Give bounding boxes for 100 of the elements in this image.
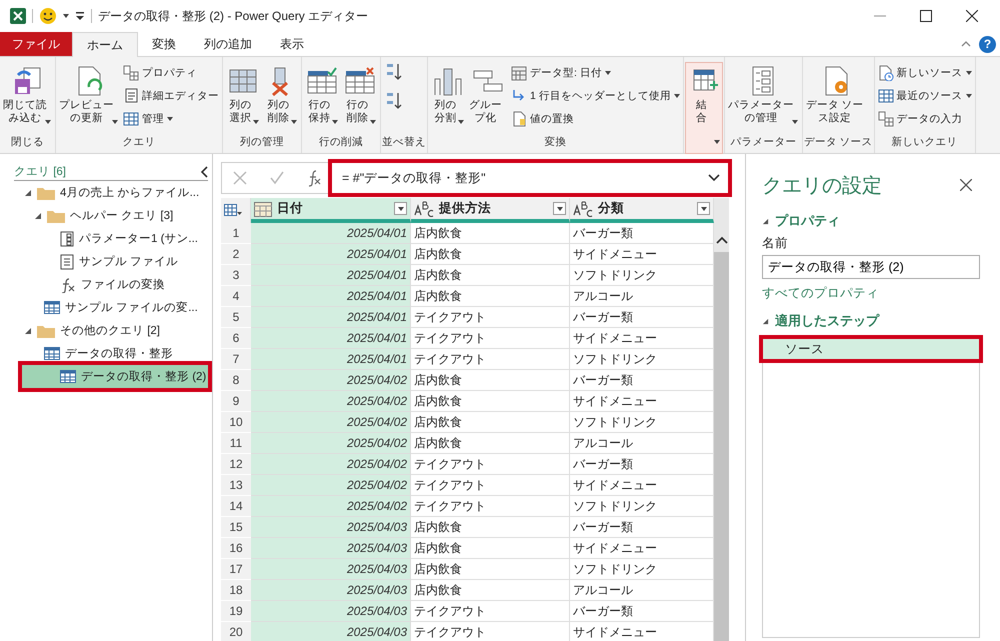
row-number: 6 — [221, 328, 251, 349]
table-cell: 店内飲食 — [411, 517, 570, 538]
row-number: 4 — [221, 286, 251, 307]
collapse-ribbon-icon[interactable] — [961, 40, 971, 48]
ribbon-button[interactable]: データの入力 — [876, 108, 974, 129]
query-item[interactable]: データの取得・整形 (2) — [22, 365, 208, 388]
group-label: 閉じる — [10, 135, 45, 150]
table-icon — [123, 110, 139, 126]
table-cell: 2025/04/02 — [251, 454, 411, 475]
query-item[interactable]: サンプル ファイルの変... — [6, 296, 208, 319]
ribbon-tab[interactable]: ホーム — [72, 32, 138, 57]
row-number: 1 — [221, 223, 251, 244]
all-properties-link[interactable]: すべてのプロパティ — [762, 285, 1000, 302]
sort-icon — [386, 62, 402, 82]
ribbon-button[interactable]: 1 行目をヘッダーとして使用 — [509, 85, 682, 106]
query-item[interactable]: データの取得・整形 — [6, 342, 208, 365]
group-label: データ ソース — [804, 135, 873, 150]
folder-icon — [37, 186, 55, 200]
ribbon-button[interactable]: データ型: 日付 — [509, 62, 682, 83]
section-heading: プロパティ — [775, 212, 840, 230]
customize-toolbar-icon[interactable] — [75, 11, 85, 21]
caret-icon — [966, 70, 972, 74]
ribbon-tab[interactable]: 変換 — [138, 32, 190, 56]
close-icon[interactable] — [966, 10, 978, 22]
expander-icon[interactable] — [24, 326, 32, 334]
parameter-icon — [60, 230, 74, 246]
table-cell: 2025/04/02 — [251, 475, 411, 496]
table-icon — [224, 204, 242, 218]
ribbon-button[interactable]: プロパティ — [121, 62, 221, 83]
ribbon-button[interactable]: 管理 — [121, 108, 221, 129]
ribbon-button[interactable]: パラメーター の管理 — [726, 62, 801, 134]
column-header[interactable]: 日付 — [251, 198, 411, 223]
column-header[interactable]: 提供方法 — [411, 198, 570, 223]
vertical-scrollbar[interactable] — [714, 198, 729, 641]
expander-icon[interactable] — [34, 212, 42, 220]
group-label: 変換 — [543, 135, 568, 150]
column-header[interactable]: 分類 — [570, 198, 714, 223]
expander-icon[interactable] — [762, 218, 769, 224]
help-button[interactable]: ? — [979, 36, 996, 52]
calendar-icon — [511, 64, 527, 80]
group-label: クエリ — [122, 135, 156, 150]
filter-dropdown-button[interactable] — [553, 202, 566, 215]
ribbon-tab[interactable]: 表示 — [266, 32, 318, 56]
table-menu-button[interactable] — [221, 198, 251, 223]
filter-dropdown-button[interactable] — [394, 202, 407, 215]
table-cell: 店内飲食 — [411, 580, 570, 601]
row-number: 10 — [221, 412, 251, 433]
table-cell: テイクアウト — [411, 622, 570, 641]
ribbon-button[interactable]: グルー プ化 — [467, 62, 509, 134]
ribbon-button[interactable]: 列の 分割 — [429, 62, 467, 134]
ribbon-button[interactable]: 行の 保持 — [303, 62, 341, 134]
applied-step[interactable]: ソース — [763, 339, 979, 359]
table-cell: 2025/04/01 — [251, 265, 411, 286]
panel-title: クエリ [6] — [14, 165, 66, 179]
row-number: 14 — [221, 496, 251, 517]
maximize-icon[interactable] — [920, 10, 932, 22]
query-item[interactable]: ヘルパー クエリ [3] — [6, 204, 208, 227]
close-icon[interactable] — [960, 179, 972, 191]
ribbon-button[interactable]: 列の 削除 — [262, 62, 300, 134]
ribbon-button[interactable]: 新しいソース — [876, 62, 974, 83]
name-field[interactable]: データの取得・整形 (2) — [762, 255, 980, 279]
recent-document-icon — [878, 64, 894, 80]
ribbon-tab[interactable]: 列の追加 — [190, 32, 266, 56]
row-number: 7 — [221, 349, 251, 370]
query-item[interactable]: 4月の売上 からファイル... — [6, 181, 208, 204]
ribbon-button[interactable]: 最近のソース — [876, 85, 974, 106]
expander-icon[interactable] — [762, 318, 769, 324]
caret-icon — [458, 120, 464, 124]
caret-icon — [332, 120, 338, 124]
smiley-icon[interactable] — [39, 7, 57, 25]
scroll-up-icon[interactable] — [716, 236, 728, 244]
ribbon-button[interactable]: 閉じて読 み込む — [1, 62, 54, 134]
expander-icon[interactable] — [24, 188, 32, 196]
ribbon-button[interactable]: 列の 選択 — [224, 62, 262, 134]
ribbon-button[interactable]: 行の 削除 — [341, 62, 379, 134]
query-item[interactable]: その他のクエリ [2] — [6, 319, 208, 342]
window-title: データの取得・整形 (2) - Power Query エディター — [98, 8, 368, 24]
ribbon-button[interactable]: 結 合 — [684, 62, 723, 154]
properties-icon — [123, 64, 139, 80]
text-type-icon — [573, 200, 593, 216]
ribbon-button[interactable]: データ ソー ス設定 — [804, 62, 871, 134]
collapse-panel-icon[interactable] — [200, 166, 208, 178]
ribbon-button[interactable]: 詳細エディター — [121, 85, 221, 106]
table-cell: 店内飲食 — [411, 370, 570, 391]
filter-dropdown-button[interactable] — [697, 202, 710, 215]
caret-icon — [792, 120, 798, 124]
caret-icon[interactable] — [63, 14, 69, 18]
ribbon-tab[interactable]: ファイル — [0, 32, 72, 56]
ribbon-button[interactable]: 値の置換 — [509, 108, 682, 129]
table-cell: 2025/04/01 — [251, 286, 411, 307]
ribbon-button[interactable]: プレビュー の更新 — [57, 62, 121, 134]
panel-title: クエリの設定 — [762, 174, 882, 198]
query-item[interactable]: ファイルの変換 — [6, 273, 208, 296]
table-icon — [44, 347, 60, 360]
group-label: パラメーター — [729, 135, 798, 150]
query-item[interactable]: サンプル ファイル — [6, 250, 208, 273]
query-item[interactable]: パラメーター1 (サン... — [6, 227, 208, 250]
table-cell: 2025/04/03 — [251, 517, 411, 538]
table-cell: 店内飲食 — [411, 391, 570, 412]
table-cell: 2025/04/01 — [251, 349, 411, 370]
